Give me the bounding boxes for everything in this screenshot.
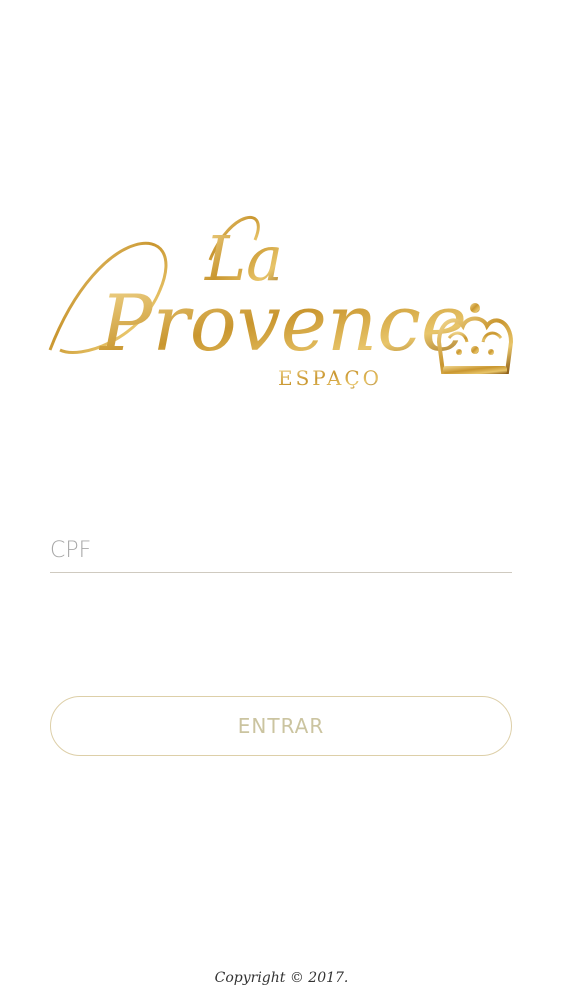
cpf-field bbox=[50, 520, 512, 573]
brand-logo: La Provence ESPAÇO bbox=[40, 200, 530, 400]
copyright-text: Copyright © 2017. bbox=[214, 970, 349, 986]
enter-button[interactable]: ENTRAR bbox=[50, 696, 512, 756]
logo-text-provence: Provence bbox=[98, 279, 467, 369]
logo-text-espaco: ESPAÇO bbox=[278, 366, 382, 390]
cpf-input[interactable] bbox=[50, 520, 512, 572]
